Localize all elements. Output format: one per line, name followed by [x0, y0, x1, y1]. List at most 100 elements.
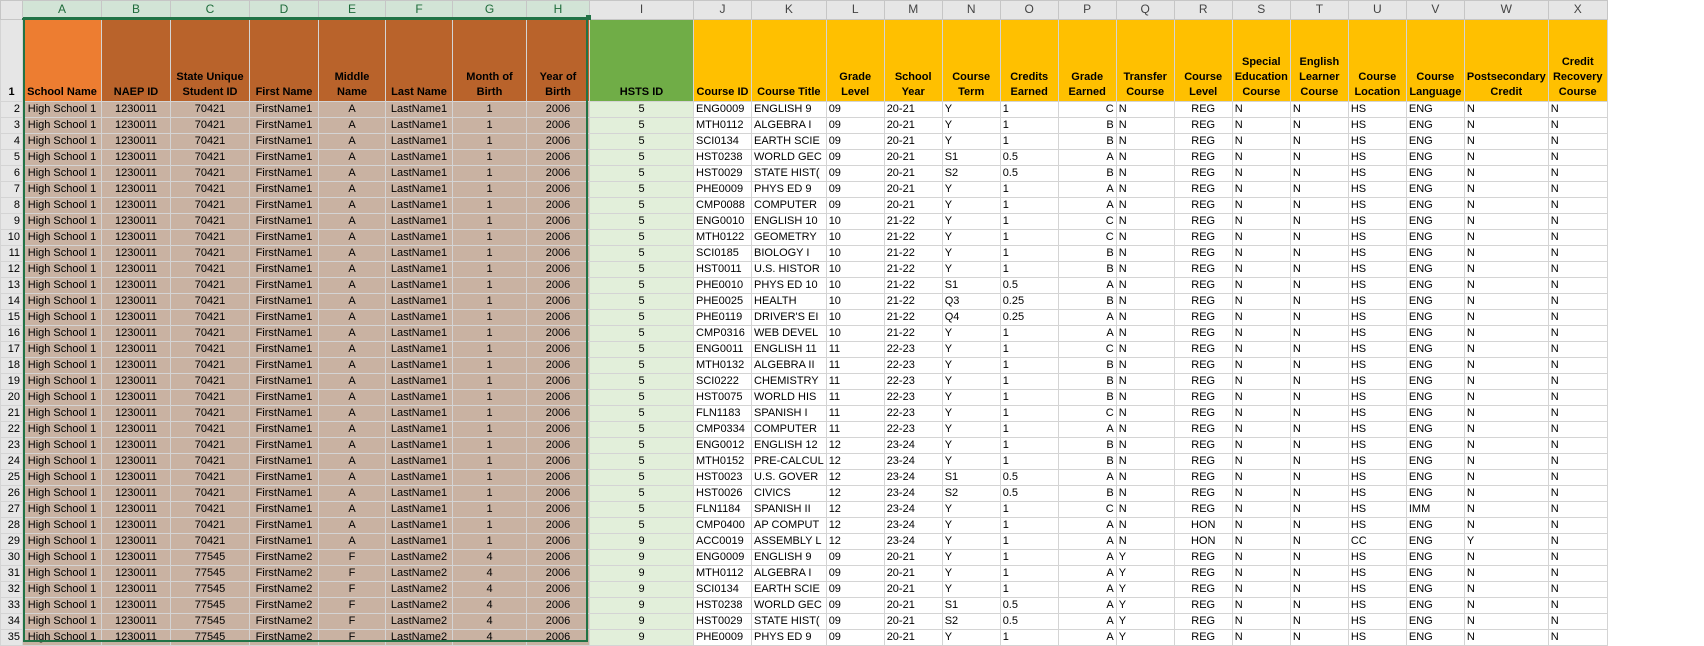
- table-cell[interactable]: WORLD GEC: [751, 149, 827, 166]
- table-cell[interactable]: U.S. GOVER: [751, 469, 827, 486]
- column-header-g[interactable]: G: [452, 0, 527, 20]
- table-cell[interactable]: 70421: [170, 533, 250, 550]
- table-cell[interactable]: FirstName1: [249, 453, 319, 470]
- table-cell[interactable]: 1: [999, 341, 1059, 358]
- table-cell[interactable]: SCI0185: [693, 245, 752, 262]
- table-cell[interactable]: 0.5: [999, 597, 1059, 614]
- table-cell[interactable]: FirstName1: [249, 277, 319, 294]
- table-cell[interactable]: HS: [1347, 309, 1407, 326]
- table-cell[interactable]: N: [1289, 133, 1349, 150]
- table-cell[interactable]: ENG: [1405, 325, 1465, 342]
- table-cell[interactable]: 09: [825, 181, 885, 198]
- table-cell[interactable]: LastName1: [385, 213, 453, 230]
- table-cell[interactable]: 11: [825, 389, 885, 406]
- table-cell[interactable]: 1: [452, 469, 527, 486]
- table-cell[interactable]: HON: [1173, 533, 1233, 550]
- table-cell[interactable]: REG: [1173, 485, 1233, 502]
- table-cell[interactable]: ENGLISH 9: [751, 101, 827, 118]
- table-cell[interactable]: N: [1231, 245, 1291, 262]
- table-cell[interactable]: C: [1057, 229, 1117, 246]
- table-cell[interactable]: HS: [1347, 197, 1407, 214]
- table-cell[interactable]: N: [1547, 213, 1608, 230]
- table-cell[interactable]: 09: [825, 629, 885, 646]
- table-cell[interactable]: 5: [589, 437, 694, 454]
- table-cell[interactable]: 1: [999, 549, 1059, 566]
- table-cell[interactable]: LastName1: [385, 341, 453, 358]
- row-header[interactable]: 31: [0, 565, 23, 582]
- table-cell[interactable]: REG: [1173, 613, 1233, 630]
- table-cell[interactable]: HST0023: [693, 469, 752, 486]
- table-cell[interactable]: ENG0010: [693, 213, 752, 230]
- table-cell[interactable]: 21-22: [883, 325, 943, 342]
- table-cell[interactable]: 11: [825, 373, 885, 390]
- column-header-k[interactable]: K: [751, 0, 827, 20]
- table-cell[interactable]: 21-22: [883, 277, 943, 294]
- table-cell[interactable]: ENG0011: [693, 341, 752, 358]
- table-cell[interactable]: N: [1115, 277, 1175, 294]
- table-cell[interactable]: 20-21: [883, 613, 943, 630]
- table-cell[interactable]: 4: [452, 549, 527, 566]
- row-header[interactable]: 7: [0, 181, 23, 198]
- table-cell[interactable]: 1: [452, 325, 527, 342]
- row-header[interactable]: 26: [0, 485, 23, 502]
- table-cell[interactable]: FirstName1: [249, 437, 319, 454]
- table-cell[interactable]: 70421: [170, 117, 250, 134]
- table-cell[interactable]: 2006: [526, 357, 590, 374]
- table-cell[interactable]: 1230011: [101, 501, 171, 518]
- table-cell[interactable]: N: [1289, 517, 1349, 534]
- table-cell[interactable]: 2006: [526, 261, 590, 278]
- table-cell[interactable]: Y: [941, 133, 1001, 150]
- table-cell[interactable]: 5: [589, 277, 694, 294]
- header-cell[interactable]: Grade Level: [825, 18, 885, 102]
- table-cell[interactable]: FirstName1: [249, 149, 319, 166]
- table-cell[interactable]: ENG: [1405, 213, 1465, 230]
- table-cell[interactable]: 1230011: [101, 213, 171, 230]
- table-cell[interactable]: 09: [825, 581, 885, 598]
- table-cell[interactable]: High School 1: [22, 293, 102, 310]
- table-cell[interactable]: N: [1289, 597, 1349, 614]
- table-cell[interactable]: N: [1231, 309, 1291, 326]
- table-cell[interactable]: A: [318, 309, 386, 326]
- row-header[interactable]: 21: [0, 405, 23, 422]
- table-cell[interactable]: 70421: [170, 517, 250, 534]
- row-header[interactable]: 28: [0, 517, 23, 534]
- table-cell[interactable]: ENG: [1405, 165, 1465, 182]
- table-cell[interactable]: LastName1: [385, 421, 453, 438]
- table-cell[interactable]: N: [1547, 309, 1608, 326]
- table-cell[interactable]: 1: [999, 389, 1059, 406]
- table-cell[interactable]: HS: [1347, 421, 1407, 438]
- table-cell[interactable]: N: [1289, 229, 1349, 246]
- table-cell[interactable]: N: [1115, 197, 1175, 214]
- table-cell[interactable]: 2006: [526, 405, 590, 422]
- table-cell[interactable]: High School 1: [22, 197, 102, 214]
- table-cell[interactable]: N: [1463, 629, 1549, 646]
- table-cell[interactable]: B: [1057, 165, 1117, 182]
- table-cell[interactable]: N: [1115, 149, 1175, 166]
- table-cell[interactable]: ENG: [1405, 581, 1465, 598]
- table-cell[interactable]: N: [1463, 293, 1549, 310]
- table-cell[interactable]: LastName1: [385, 229, 453, 246]
- table-cell[interactable]: CIVICS: [751, 485, 827, 502]
- table-cell[interactable]: WORLD HIS: [751, 389, 827, 406]
- table-cell[interactable]: HS: [1347, 149, 1407, 166]
- table-cell[interactable]: Q3: [941, 293, 1001, 310]
- table-cell[interactable]: N: [1547, 437, 1608, 454]
- table-cell[interactable]: N: [1463, 549, 1549, 566]
- column-header-o[interactable]: O: [999, 0, 1059, 20]
- table-cell[interactable]: A: [318, 197, 386, 214]
- column-header-x[interactable]: X: [1547, 0, 1608, 20]
- table-cell[interactable]: FirstName1: [249, 165, 319, 182]
- table-cell[interactable]: N: [1115, 453, 1175, 470]
- table-cell[interactable]: 0.5: [999, 165, 1059, 182]
- table-cell[interactable]: N: [1231, 421, 1291, 438]
- table-cell[interactable]: 21-22: [883, 293, 943, 310]
- table-cell[interactable]: Y: [941, 197, 1001, 214]
- table-cell[interactable]: High School 1: [22, 117, 102, 134]
- table-cell[interactable]: A: [318, 421, 386, 438]
- table-cell[interactable]: S1: [941, 277, 1001, 294]
- table-cell[interactable]: N: [1115, 389, 1175, 406]
- table-cell[interactable]: High School 1: [22, 357, 102, 374]
- table-cell[interactable]: High School 1: [22, 373, 102, 390]
- table-cell[interactable]: 2006: [526, 629, 590, 646]
- table-cell[interactable]: 1: [999, 101, 1059, 118]
